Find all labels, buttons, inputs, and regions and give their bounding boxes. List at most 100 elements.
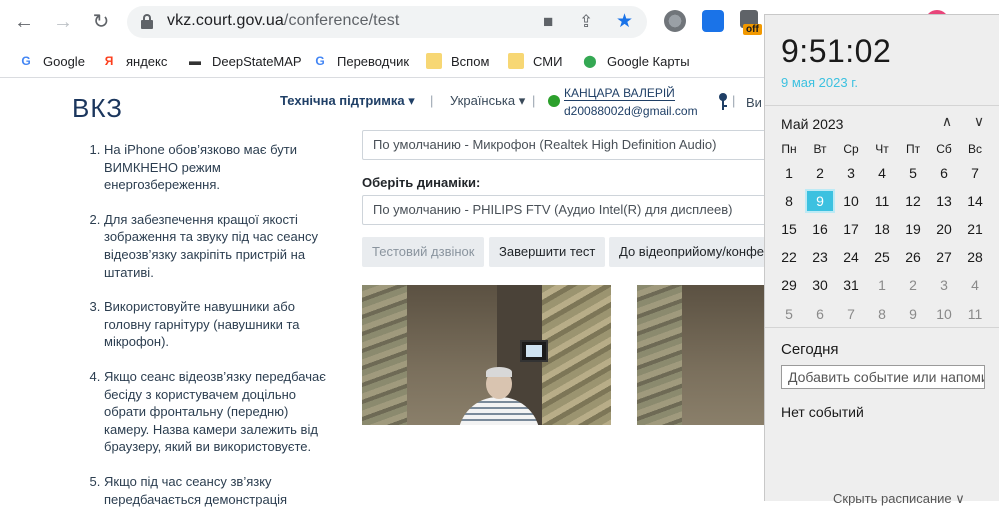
user-name[interactable]: КАНЦАРА ВАЛЕРІЙ xyxy=(564,86,675,101)
language-menu[interactable]: Українська ▾ xyxy=(450,93,525,109)
calendar-day[interactable]: 24 xyxy=(836,245,866,269)
calendar-day[interactable]: 12 xyxy=(898,189,928,213)
calendar-day[interactable]: 26 xyxy=(898,245,928,269)
instruction-item: Якщо під час сеансу зв’язку передбачаєть… xyxy=(104,473,328,508)
calendar-flyout: 9:51:02 9 мая 2023 г. Май 2023 ∧ ∨ Пн Вт С… xyxy=(764,14,999,506)
add-event-input[interactable]: Добавить событие или напоминание xyxy=(781,365,985,389)
instructions-list: На iPhone обов’язково має бути ВИМКНЕНО … xyxy=(88,141,328,525)
calendar-day[interactable]: 20 xyxy=(929,217,959,241)
instruction-item: Якщо сеанс відеозв’язку передбачає бесід… xyxy=(104,368,328,456)
share-icon[interactable]: ⇪ xyxy=(579,12,593,32)
url-text[interactable]: vkz.court.gov.ua/conference/test xyxy=(167,12,399,30)
calendar-day[interactable]: 4 xyxy=(960,273,990,297)
calendar-day[interactable]: 6 xyxy=(929,161,959,185)
calendar-day[interactable]: 9 xyxy=(898,302,928,326)
calendar-day[interactable]: 13 xyxy=(929,189,959,213)
calendar-day[interactable]: 21 xyxy=(960,217,990,241)
instruction-item: На iPhone обов’язково має бути ВИМКНЕНО … xyxy=(104,141,328,194)
bookmark-label: Вспом xyxy=(451,53,490,69)
bookmark-4[interactable]: Вспом xyxy=(426,52,489,70)
support-menu[interactable]: Технічна підтримка ▾ xyxy=(280,93,415,109)
calendar-day[interactable]: 15 xyxy=(774,217,804,241)
bookmark-2[interactable]: ▬ DeepStateMAP xyxy=(187,52,302,70)
bookmark-5[interactable]: СМИ xyxy=(508,52,562,70)
forward-button[interactable]: → xyxy=(49,8,77,36)
calendar-day[interactable]: 30 xyxy=(805,273,835,297)
bookmark-0[interactable]: G Google xyxy=(18,52,85,70)
clock-date[interactable]: 9 мая 2023 г. xyxy=(781,75,858,90)
calendar-day[interactable]: 7 xyxy=(960,161,990,185)
google-icon: G xyxy=(18,53,34,69)
calendar-day[interactable]: 7 xyxy=(836,302,866,326)
calendar-day[interactable]: 6 xyxy=(805,302,835,326)
globe-extension-icon[interactable] xyxy=(664,10,686,32)
extension-badge: off xyxy=(743,24,762,35)
next-month-button[interactable]: ∨ xyxy=(969,113,989,130)
bookmark-6[interactable]: ⬤ Google Карты xyxy=(582,52,690,70)
bookmark-label: Google Карты xyxy=(607,53,690,69)
key-icon[interactable] xyxy=(718,93,728,111)
to-conference-button[interactable]: До відеоприйому/конференції xyxy=(609,237,779,267)
instruction-item: Використовуйте навушники або головну гар… xyxy=(104,298,328,351)
bookmark-star-icon[interactable]: ★ xyxy=(616,10,633,33)
vpn-shield-icon[interactable] xyxy=(702,10,724,32)
calendar-day[interactable]: 8 xyxy=(774,189,804,213)
microphone-select[interactable]: По умолчанию - Микрофон (Realtek High De… xyxy=(362,130,782,160)
weekday-header: Сб xyxy=(936,142,952,156)
bookmark-label: Google xyxy=(43,53,85,69)
deepstate-icon: ▬ xyxy=(187,53,203,69)
calendar-day[interactable]: 27 xyxy=(929,245,959,269)
calendar-day[interactable]: 3 xyxy=(929,273,959,297)
calendar-day[interactable]: 11 xyxy=(867,189,897,213)
hide-schedule-link[interactable]: Скрыть расписание ∨ xyxy=(833,491,965,507)
calendar-day[interactable]: 11 xyxy=(960,302,990,326)
calendar-day[interactable]: 14 xyxy=(960,189,990,213)
address-bar[interactable]: vkz.court.gov.ua/conference/test ■ ⇪ ★ xyxy=(127,6,647,38)
bookmark-1[interactable]: Яяндекс xyxy=(101,52,167,70)
back-button[interactable]: ← xyxy=(10,8,38,36)
calendar-day[interactable]: 8 xyxy=(867,302,897,326)
maps-icon: ⬤ xyxy=(582,53,598,69)
lock-icon[interactable] xyxy=(141,14,153,29)
calendar-day[interactable]: 3 xyxy=(836,161,866,185)
calendar-day[interactable]: 22 xyxy=(774,245,804,269)
calendar-day[interactable]: 2 xyxy=(898,273,928,297)
calendar-day[interactable]: 29 xyxy=(774,273,804,297)
test-call-button[interactable]: Тестовий дзвінок xyxy=(362,237,485,267)
calendar-day[interactable]: 5 xyxy=(774,302,804,326)
bookmark-3[interactable]: G Переводчик xyxy=(312,52,409,70)
calendar-day[interactable]: 23 xyxy=(805,245,835,269)
site-logo[interactable]: ВКЗ xyxy=(72,93,123,124)
calendar-day[interactable]: 18 xyxy=(867,217,897,241)
calendar-day[interactable]: 2 xyxy=(805,161,835,185)
calendar-month[interactable]: Май 2023 xyxy=(781,116,843,132)
calendar-day[interactable]: 16 xyxy=(805,217,835,241)
nav-separator: | xyxy=(732,93,736,108)
folder-icon xyxy=(508,53,524,69)
camera-icon[interactable]: ■ xyxy=(543,12,553,32)
calendar-day[interactable]: 1 xyxy=(774,161,804,185)
calendar-day[interactable]: 4 xyxy=(867,161,897,185)
calendar-day[interactable]: 17 xyxy=(836,217,866,241)
calendar-day[interactable]: 5 xyxy=(898,161,928,185)
no-events-text: Нет событий xyxy=(781,404,864,420)
prev-month-button[interactable]: ∧ xyxy=(937,113,957,130)
speakers-select[interactable]: По умолчанию - PHILIPS FTV (Аудио Intel(… xyxy=(362,195,782,225)
calendar-day[interactable]: 1 xyxy=(867,273,897,297)
reload-button[interactable]: ↻ xyxy=(87,8,115,36)
calendar-day[interactable]: 9 xyxy=(805,189,835,213)
translate-icon: G xyxy=(312,53,328,69)
calendar-day[interactable]: 10 xyxy=(836,189,866,213)
instruction-item: Для забезпечення кращої якості зображенн… xyxy=(104,211,328,281)
agenda-today-label: Сегодня xyxy=(781,341,839,358)
calendar-day[interactable]: 19 xyxy=(898,217,928,241)
end-test-button[interactable]: Завершити тест xyxy=(489,237,606,267)
logout-link[interactable]: Ви xyxy=(746,95,762,110)
calendar-day[interactable]: 10 xyxy=(929,302,959,326)
folder-icon xyxy=(426,53,442,69)
calendar-day[interactable]: 31 xyxy=(836,273,866,297)
weekday-header: Вс xyxy=(967,142,982,156)
yandex-icon: Я xyxy=(101,53,117,69)
calendar-day[interactable]: 25 xyxy=(867,245,897,269)
calendar-day[interactable]: 28 xyxy=(960,245,990,269)
